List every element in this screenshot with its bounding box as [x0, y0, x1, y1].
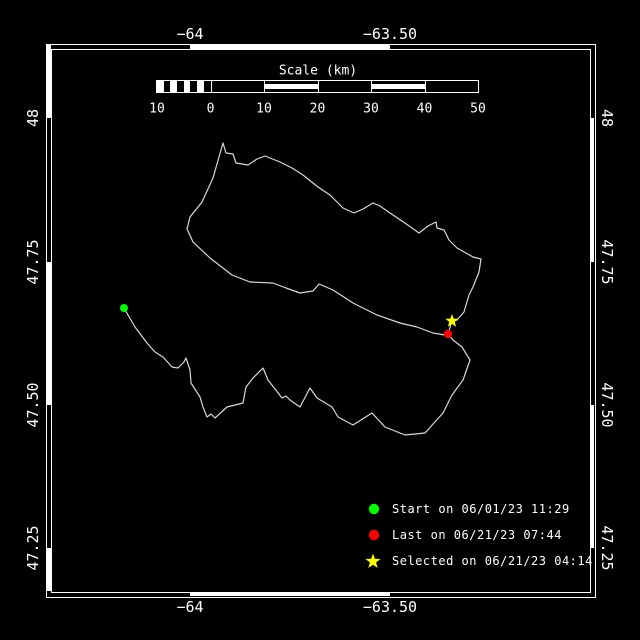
map-plot: −64 −63.50 −64 −63.50 48 47.75 47.50 47.25 48 47.… — [0, 0, 640, 640]
legend-marker-shape — [368, 529, 380, 541]
trajectory-path — [123, 142, 482, 436]
legend-dot-icon — [368, 503, 380, 515]
legend-label: Last on 06/21/23 07:44 — [392, 528, 562, 542]
selected-marker[interactable] — [445, 314, 459, 327]
last-marker[interactable] — [443, 329, 453, 339]
legend-label: Start on 06/01/23 11:29 — [392, 502, 570, 516]
legend-star-icon — [365, 553, 381, 568]
legend-marker-shape — [368, 503, 380, 515]
trajectory-layer — [120, 142, 482, 436]
legend-dot-icon — [368, 529, 380, 541]
start-marker[interactable] — [120, 304, 128, 312]
legend-marker-shape — [365, 553, 381, 568]
legend-label: Selected on 06/21/23 04:14 — [392, 554, 593, 568]
